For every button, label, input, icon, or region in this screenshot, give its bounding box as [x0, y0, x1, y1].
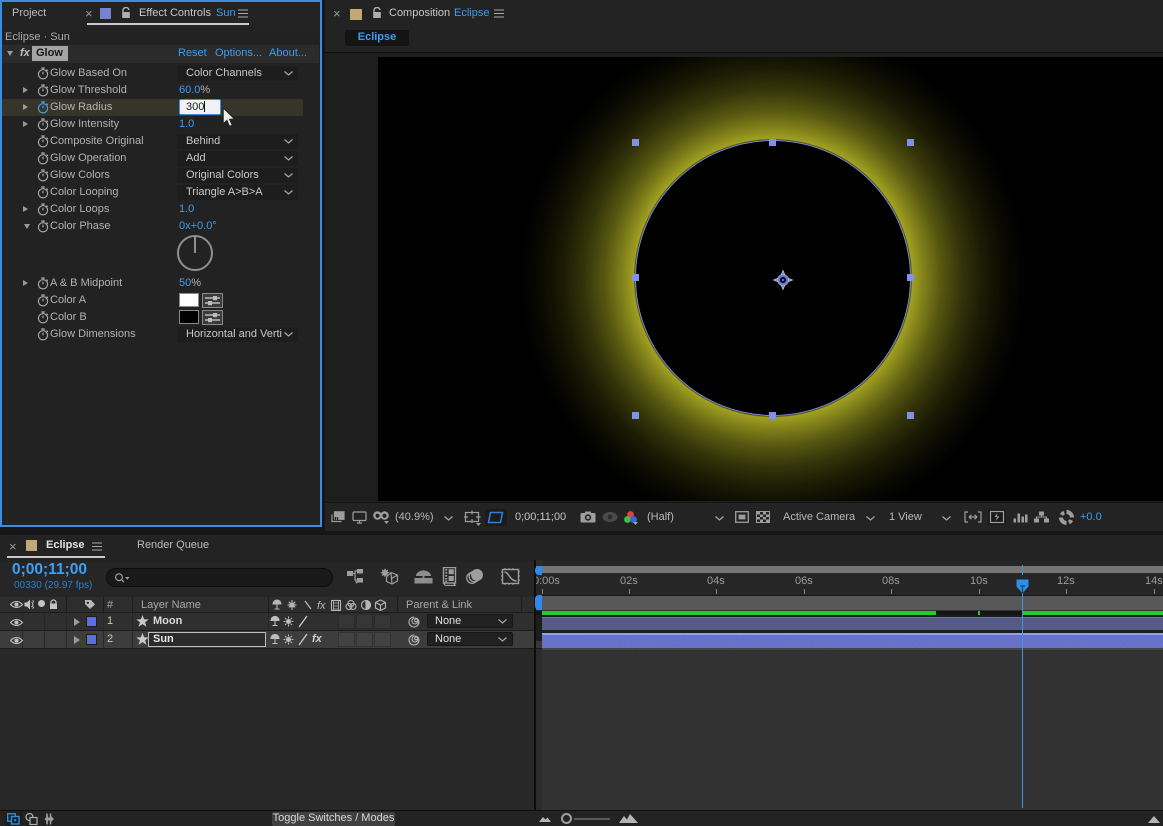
svg-text:fx: fx	[317, 600, 326, 611]
